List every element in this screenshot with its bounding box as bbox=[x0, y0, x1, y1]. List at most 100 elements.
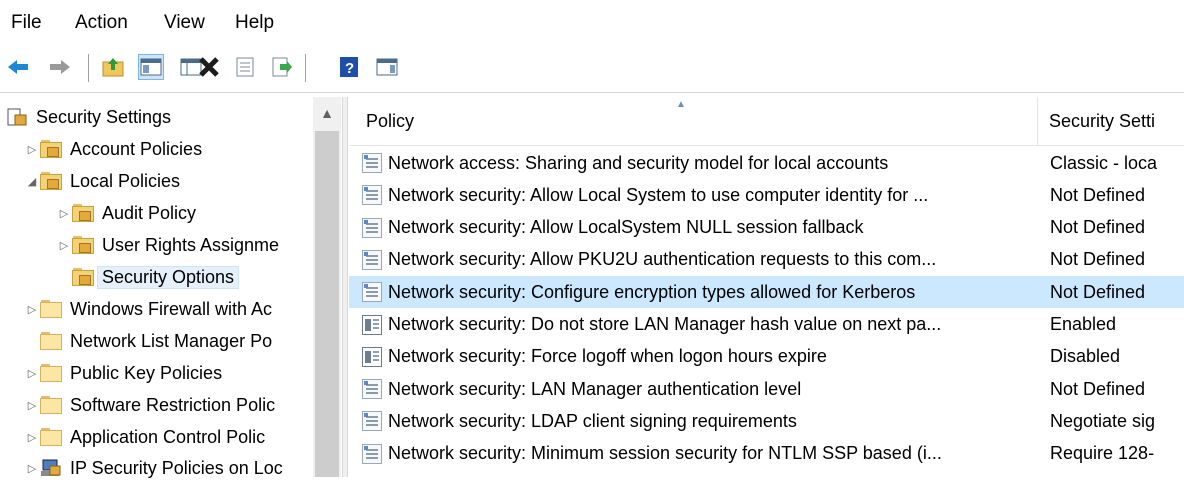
tree-item-software-restriction[interactable]: ▷ Software Restriction Polic bbox=[24, 390, 275, 420]
tree-item-local-policies[interactable]: ◢ Local Policies bbox=[24, 166, 180, 196]
table-row[interactable]: Network security: Allow Local System to … bbox=[349, 179, 1184, 211]
column-label: Policy bbox=[366, 110, 415, 131]
expand-arrow-icon[interactable]: ▷ bbox=[24, 462, 40, 475]
show-hide-action-pane-icon[interactable] bbox=[374, 54, 400, 80]
expand-arrow-icon[interactable]: ▷ bbox=[24, 303, 40, 316]
tree-label: Software Restriction Polic bbox=[70, 394, 276, 415]
toolbar: ? bbox=[0, 46, 1184, 90]
table-row[interactable]: Network access: Sharing and security mod… bbox=[349, 147, 1184, 179]
table-row[interactable]: Network security: Configure encryption t… bbox=[349, 276, 1184, 309]
tree-label: Public Key Policies bbox=[70, 362, 223, 383]
policy-folder-icon bbox=[40, 172, 62, 190]
text-policy-icon bbox=[362, 249, 382, 270]
tree-item-public-key-policies[interactable]: ▷ Public Key Policies bbox=[24, 358, 222, 388]
show-hide-console-tree-icon[interactable] bbox=[138, 54, 164, 80]
security-setting-cell: Not Defined bbox=[1050, 249, 1146, 270]
column-header-policy[interactable]: Policy bbox=[349, 97, 1039, 145]
security-settings-icon bbox=[7, 108, 27, 126]
table-row[interactable]: Network security: Do not store LAN Manag… bbox=[349, 309, 1184, 341]
security-setting-cell: Require 128- bbox=[1050, 443, 1155, 464]
tree-label: User Rights Assignme bbox=[102, 234, 280, 255]
table-row[interactable]: Network security: Minimum session securi… bbox=[349, 438, 1184, 470]
expand-arrow-icon[interactable]: ▷ bbox=[56, 207, 72, 220]
policy-folder-icon bbox=[72, 236, 94, 254]
tree-label: Windows Firewall with Ac bbox=[70, 298, 273, 319]
svg-text:?: ? bbox=[345, 60, 354, 77]
policy-name: Network security: Configure encryption t… bbox=[388, 281, 916, 302]
folder-icon bbox=[40, 300, 62, 318]
pane-splitter[interactable] bbox=[342, 97, 348, 477]
policy-name: Network security: Allow LocalSystem NULL… bbox=[388, 217, 864, 238]
policy-cell: Network security: LAN Manager authentica… bbox=[362, 373, 801, 405]
tree-item-ip-security[interactable]: ▷ IP Security Policies on Loc bbox=[24, 453, 283, 483]
tree-item-windows-firewall[interactable]: ▷ Windows Firewall with Ac bbox=[24, 294, 272, 324]
folder-icon bbox=[40, 364, 62, 382]
policy-name: Network security: Allow PKU2U authentica… bbox=[388, 249, 937, 270]
menu-action[interactable]: Action bbox=[75, 12, 128, 34]
security-setting-cell: Negotiate sig bbox=[1050, 410, 1156, 431]
policy-cell: Network security: Allow PKU2U authentica… bbox=[362, 244, 936, 276]
back-arrow-icon[interactable] bbox=[5, 54, 31, 80]
expand-arrow-icon[interactable]: ▷ bbox=[56, 239, 72, 252]
text-policy-icon bbox=[362, 443, 382, 464]
toolbar-separator bbox=[305, 54, 306, 82]
policy-folder-icon bbox=[72, 268, 94, 286]
policy-cell: Network security: Allow Local System to … bbox=[362, 179, 928, 211]
expand-arrow-icon[interactable]: ▷ bbox=[24, 431, 40, 444]
table-row[interactable]: Network security: LAN Manager authentica… bbox=[349, 373, 1184, 405]
policy-cell: Network security: Allow LocalSystem NULL… bbox=[362, 212, 864, 244]
tree-root-security-settings[interactable]: Security Settings bbox=[6, 102, 171, 132]
expand-arrow-icon[interactable]: ▷ bbox=[24, 143, 40, 156]
policy-name: Network security: Force logoff when logo… bbox=[388, 346, 827, 367]
expand-arrow-icon[interactable]: ▷ bbox=[24, 399, 40, 412]
tree-item-application-control[interactable]: ▷ Application Control Polic bbox=[24, 422, 265, 452]
tree-label: IP Security Policies on Loc bbox=[70, 457, 283, 478]
menu-help[interactable]: Help bbox=[235, 12, 274, 34]
tree-item-network-list-manager[interactable]: Network List Manager Po bbox=[24, 326, 272, 356]
tree-scrollbar[interactable]: ▲ bbox=[313, 97, 341, 477]
properties-icon[interactable] bbox=[232, 54, 258, 80]
folder-icon bbox=[40, 428, 62, 446]
scroll-up-icon[interactable]: ▲ bbox=[313, 97, 341, 129]
policy-cell: Network security: Configure encryption t… bbox=[362, 276, 915, 308]
expand-arrow-icon[interactable]: ▷ bbox=[24, 367, 40, 380]
menu-view[interactable]: View bbox=[164, 12, 205, 34]
table-row[interactable]: Network security: LDAP client signing re… bbox=[349, 405, 1184, 437]
policy-name: Network security: Allow Local System to … bbox=[388, 184, 929, 205]
collapse-arrow-icon[interactable]: ◢ bbox=[24, 175, 40, 188]
export-list-icon[interactable] bbox=[268, 54, 294, 80]
ip-security-icon bbox=[41, 459, 61, 476]
binary-policy-icon bbox=[362, 314, 382, 335]
text-policy-icon bbox=[362, 411, 382, 432]
policy-cell: Network access: Sharing and security mod… bbox=[362, 147, 888, 179]
policy-folder-icon bbox=[72, 204, 94, 222]
tree-item-account-policies[interactable]: ▷ Account Policies bbox=[24, 134, 202, 164]
text-policy-icon bbox=[362, 282, 382, 303]
table-row[interactable]: Network security: Allow LocalSystem NULL… bbox=[349, 212, 1184, 244]
policy-name: Network access: Sharing and security mod… bbox=[388, 152, 889, 173]
tree-item-user-rights-assignment[interactable]: ▷ User Rights Assignme bbox=[56, 230, 279, 260]
forward-arrow-icon[interactable] bbox=[47, 54, 73, 80]
menu-file[interactable]: File bbox=[11, 12, 42, 34]
text-policy-icon bbox=[362, 153, 382, 173]
policy-list: Policy ▲ Security Setti Network access: … bbox=[349, 97, 1184, 477]
table-row[interactable]: Network security: Force logoff when logo… bbox=[349, 341, 1184, 373]
tree-item-audit-policy[interactable]: ▷ Audit Policy bbox=[56, 198, 196, 228]
folder-icon bbox=[40, 332, 62, 350]
policy-name: Network security: Minimum session securi… bbox=[388, 443, 942, 464]
table-row[interactable]: Network security: Allow PKU2U authentica… bbox=[349, 244, 1184, 276]
security-setting-cell: Classic - loca bbox=[1050, 152, 1158, 173]
column-header-security-setting[interactable]: Security Setti bbox=[1038, 97, 1184, 145]
policy-name: Network security: Do not store LAN Manag… bbox=[388, 314, 942, 334]
scrollbar-thumb[interactable] bbox=[315, 131, 339, 477]
security-setting-cell: Not Defined bbox=[1050, 378, 1146, 399]
help-icon[interactable]: ? bbox=[336, 54, 362, 80]
tree-label: Account Policies bbox=[70, 138, 203, 159]
up-folder-icon[interactable] bbox=[100, 54, 126, 80]
tree-label: Network List Manager Po bbox=[70, 330, 273, 351]
security-setting-cell: Disabled bbox=[1050, 346, 1121, 367]
tree-item-security-options[interactable]: Security Options bbox=[56, 262, 240, 292]
delete-icon[interactable] bbox=[196, 54, 222, 80]
folder-icon bbox=[40, 396, 62, 414]
policy-cell: Network security: Do not store LAN Manag… bbox=[362, 309, 941, 341]
